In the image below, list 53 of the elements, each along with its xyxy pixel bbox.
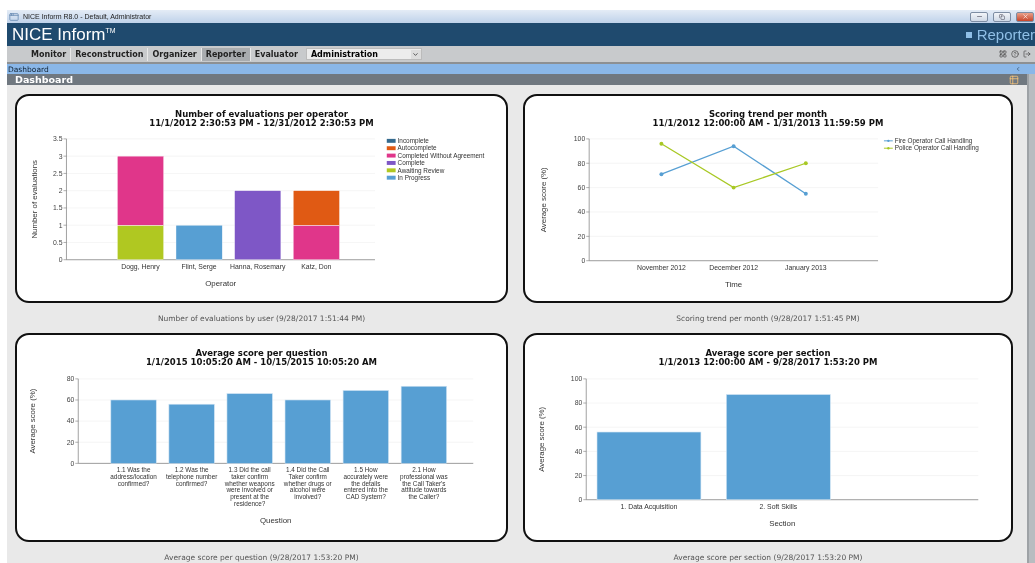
restore-icon: [999, 13, 1005, 20]
axis-title: Number of evaluations: [30, 160, 39, 239]
page-title: Dashboard: [15, 74, 73, 85]
caret-icon: [412, 50, 420, 58]
data-point: [731, 144, 736, 149]
axis-title: Question: [260, 516, 292, 526]
chart-title: Average score per section: [705, 349, 831, 358]
bar: [168, 403, 215, 464]
axis-title: Average score (%): [536, 406, 546, 472]
axis-title: Average score (%): [538, 167, 548, 233]
axis-title: Operator: [205, 279, 237, 289]
minimize-icon: [975, 13, 983, 20]
chart-title: Number of evaluations per operator: [175, 110, 348, 119]
bar: [110, 399, 157, 464]
app-icon: [9, 11, 19, 22]
help-icon[interactable]: [1011, 50, 1019, 58]
nav-tab[interactable]: Reconstruction: [70, 47, 148, 61]
restore-button[interactable]: [993, 11, 1011, 22]
data-point: [803, 161, 808, 166]
axis-title: Average score (%): [28, 388, 37, 454]
logout-icon[interactable]: [1023, 50, 1031, 58]
close-icon: [1021, 13, 1029, 20]
chart-title: Average score per question: [195, 349, 328, 358]
module-dropdown[interactable]: Administration: [305, 48, 422, 60]
minimize-button[interactable]: [970, 11, 988, 22]
layout-icon[interactable]: [999, 50, 1007, 58]
chart-period: 11/1/2012 12:00:00 AM - 1/31/2013 11:59:59 PM: [652, 119, 884, 128]
chart-title: Scoring trend per month: [708, 110, 828, 119]
bar: [226, 393, 273, 464]
bar-segment: [234, 190, 282, 260]
nav-tab[interactable]: Reporter: [200, 47, 250, 61]
chart-period: 1/1/2015 10:05:20 AM - 10/15/2015 10:05:20 AM: [145, 358, 378, 367]
bar-segment: [293, 225, 340, 260]
chart-period: 1/1/2013 12:00:00 AM - 9/28/2017 1:53:20 PM: [658, 358, 878, 367]
close-button[interactable]: [1016, 11, 1034, 22]
nav-tab[interactable]: Monitor: [27, 47, 71, 61]
nav-tab[interactable]: Evaluator: [249, 47, 302, 61]
bar: [284, 399, 331, 464]
data-point: [803, 191, 808, 196]
module-title: Reporter: [976, 26, 1035, 43]
table-icon[interactable]: [1009, 74, 1019, 85]
bar-segment: [175, 225, 223, 260]
data-point: [658, 141, 663, 146]
nav-tab[interactable]: Organizer: [147, 47, 201, 61]
bar-segment: [293, 190, 340, 226]
data-point: [658, 172, 663, 177]
axis-title: Time: [724, 280, 742, 290]
axis-title: Section: [768, 519, 795, 529]
chart-period: 11/1/2012 2:30:53 PM - 12/31/2012 2:30:53 PM: [149, 119, 374, 128]
app-brand: NICE Inform$^{TM}$: [12, 24, 116, 45]
data-point: [731, 185, 736, 190]
square-icon: [965, 31, 972, 38]
collapse-icon[interactable]: [1015, 66, 1021, 72]
